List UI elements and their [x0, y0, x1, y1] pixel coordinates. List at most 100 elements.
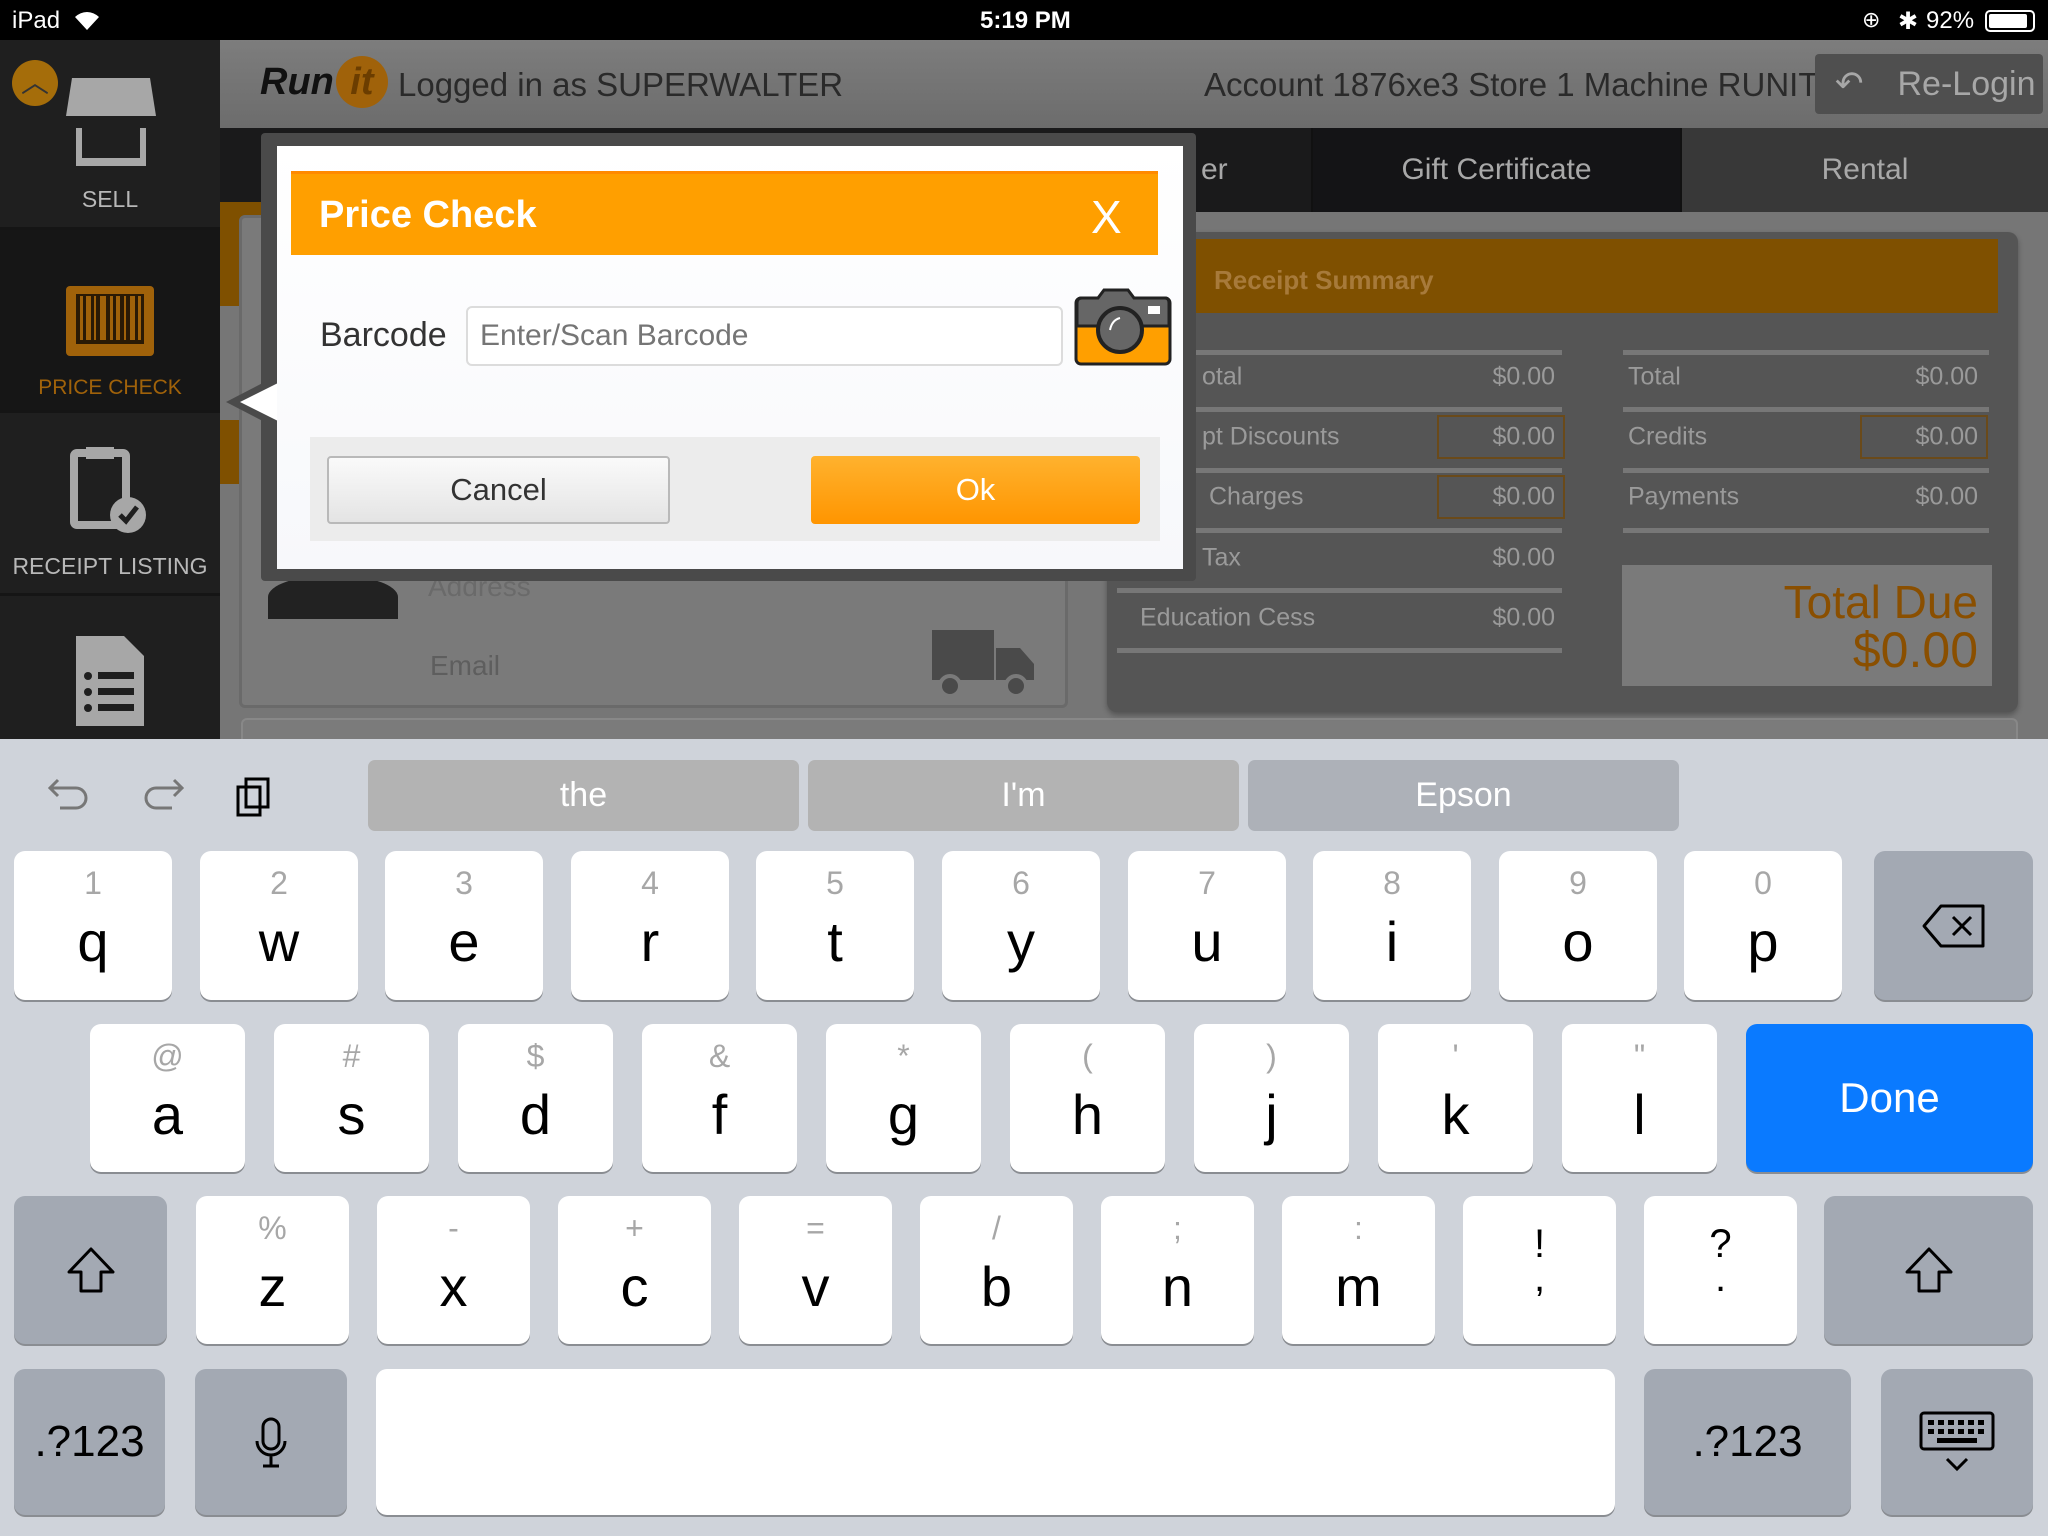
key-secondary: @ [151, 1038, 184, 1074]
key-secondary: 9 [1569, 865, 1587, 901]
suggestion-1[interactable]: the [368, 760, 799, 831]
delete-key[interactable] [1874, 851, 2033, 1000]
key-primary: y [1007, 910, 1035, 973]
key-z[interactable]: % z [196, 1196, 349, 1344]
key-secondary: ) [1266, 1038, 1277, 1074]
key-punct[interactable]: !, [1463, 1196, 1616, 1344]
bluetooth-icon: ✱ [1898, 8, 1919, 35]
key-m[interactable]: :m [1282, 1196, 1435, 1344]
sidebar-item-price-check[interactable]: PRICE CHECK [0, 230, 220, 413]
key-primary: k [1441, 1083, 1470, 1146]
key-q[interactable]: 1q [14, 851, 172, 1000]
key-s[interactable]: # s [274, 1024, 429, 1172]
key-w[interactable]: 2w [200, 851, 358, 1000]
done-key[interactable]: Done [1746, 1024, 2033, 1172]
relogin-button[interactable]: ↶ Re-Login [1815, 54, 2043, 114]
summary-value: $0.00 [1915, 422, 1978, 451]
redo-icon[interactable] [140, 776, 184, 812]
close-icon[interactable]: X [1091, 190, 1122, 244]
tab-gift-certificate[interactable]: Gift Certificate [1313, 128, 1682, 212]
key-primary: h [1071, 1083, 1104, 1146]
shift-key-right[interactable] [1824, 1196, 2033, 1344]
key-primary: q [77, 910, 109, 973]
key-primary: m [1335, 1255, 1382, 1318]
key-k[interactable]: ' k [1378, 1024, 1533, 1172]
key-secondary: / [992, 1210, 1001, 1246]
key-l[interactable]: " l [1562, 1024, 1717, 1172]
dictation-key[interactable] [195, 1369, 347, 1515]
delivery-truck-icon[interactable] [930, 630, 1035, 700]
device-name: iPad [12, 7, 61, 34]
key-primary: j [1265, 1083, 1278, 1146]
hide-keyboard-key[interactable] [1881, 1369, 2033, 1515]
row-divider [1623, 528, 1989, 533]
ok-button[interactable]: Ok [811, 456, 1140, 524]
clock: 5:19 PM [980, 7, 1071, 34]
summary-label: otal [1202, 362, 1243, 391]
key-secondary: 2 [270, 865, 288, 901]
shift-key-left[interactable] [14, 1196, 167, 1344]
numbers-key-right[interactable]: .?123 [1644, 1369, 1851, 1515]
key-primary: s [337, 1083, 366, 1146]
key-o[interactable]: 9o [1499, 851, 1657, 1000]
key-a[interactable]: @ a [90, 1024, 245, 1172]
suggestion-3[interactable]: Epson [1248, 760, 1679, 831]
suggestion-2[interactable]: I'm [808, 760, 1239, 831]
sidebar-item-sell[interactable]: ︿ SELL [0, 40, 220, 230]
relogin-label: Re-Login [1897, 64, 2036, 103]
summary-label: Tax [1202, 543, 1241, 572]
row-divider [1623, 468, 1989, 473]
barcode-input[interactable] [466, 306, 1063, 366]
key-u[interactable]: 7u [1128, 851, 1286, 1000]
sidebar-item-receipt-listing[interactable]: RECEIPT LISTING [0, 413, 220, 596]
key-primary: d [519, 1083, 552, 1146]
undo-arrow-icon: ↶ [1835, 65, 1864, 103]
key-n[interactable]: ; n [1101, 1196, 1254, 1344]
key-punct[interactable]: ?. [1644, 1196, 1797, 1344]
key-d[interactable]: $ d [458, 1024, 613, 1172]
key-secondary: 3 [455, 865, 473, 901]
runit-logo: Run it [260, 56, 388, 108]
key-t[interactable]: 5t [756, 851, 914, 1000]
email-field[interactable]: Email [430, 650, 500, 682]
key-primary: u [1191, 910, 1223, 973]
key-secondary: * [897, 1038, 910, 1074]
dialog-header: Price Check X [291, 171, 1158, 255]
key-h[interactable]: (h [1010, 1024, 1165, 1172]
key-g[interactable]: * g [826, 1024, 981, 1172]
sidebar-item-reports[interactable] [0, 596, 220, 739]
tab-label: Rental [1821, 153, 1909, 186]
key-c[interactable]: + c [558, 1196, 711, 1344]
paste-icon[interactable] [236, 775, 276, 817]
receipt-summary-header: Receipt Summary [1120, 239, 1998, 313]
key-secondary: : [1354, 1210, 1363, 1246]
camera-scan-icon[interactable] [1074, 288, 1172, 368]
key-b[interactable]: / b [920, 1196, 1073, 1344]
key-primary: a [151, 1083, 184, 1146]
collapse-chevron-up-icon[interactable]: ︿ [12, 60, 58, 106]
key-secondary: = [806, 1210, 825, 1246]
key-r[interactable]: 4r [571, 851, 729, 1000]
key-p[interactable]: 0p [1684, 851, 1842, 1000]
tab-rental[interactable]: Rental [1682, 128, 2048, 212]
key-primary: e [448, 910, 480, 973]
sidebar: ︿ SELL PRICE CHECK RECEIPT LISTING [0, 40, 220, 739]
key-f[interactable]: & f [642, 1024, 797, 1172]
undo-icon[interactable] [48, 776, 92, 812]
key-y[interactable]: 6y [942, 851, 1100, 1000]
key-i[interactable]: 8i [1313, 851, 1471, 1000]
key-secondary: 0 [1754, 865, 1772, 901]
cancel-button[interactable]: Cancel [327, 456, 670, 524]
space-key[interactable] [376, 1369, 1615, 1515]
numbers-key-left[interactable]: .?123 [14, 1369, 165, 1515]
key-x[interactable]: -x [377, 1196, 530, 1344]
logged-in-text: Logged in as SUPERWALTER [398, 66, 844, 103]
summary-label: pt Discounts [1202, 422, 1340, 451]
summary-label: Total [1628, 362, 1681, 391]
key-primary: p [1747, 910, 1779, 973]
key-j[interactable]: ) j [1194, 1024, 1349, 1172]
barcode-icon [66, 286, 154, 356]
key-e[interactable]: 3e [385, 851, 543, 1000]
dialog-button-bar: Cancel Ok [310, 437, 1160, 541]
key-v[interactable]: = v [739, 1196, 892, 1344]
